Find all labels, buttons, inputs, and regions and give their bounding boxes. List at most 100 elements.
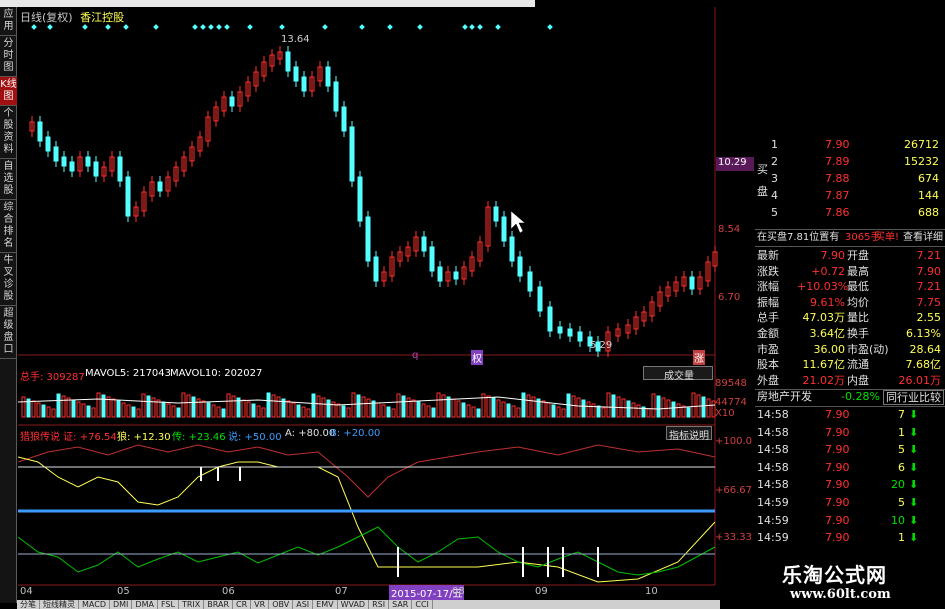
x-axis-label: 05: [117, 586, 130, 597]
notice-detail-link[interactable]: 查看详细: [903, 230, 943, 246]
volume-bar: [66, 397, 71, 418]
volume-bar: [516, 407, 521, 418]
signal-diamond-icon: [82, 24, 88, 30]
volume-bar: [411, 399, 416, 418]
sidebar-tab[interactable]: 应用: [0, 7, 17, 36]
volume-bar: [41, 404, 46, 418]
indicator-tab[interactable]: CCI: [412, 600, 433, 609]
indicator-tab-bar: 分笔 短线精灵 MACD DMI DMA FSL TRIX BRAR CR VR OBV ASI EMV…: [17, 600, 720, 609]
indicator-tab[interactable]: ASI: [293, 600, 314, 609]
tick-row: 14:58 7.90 1 ⬇: [755, 425, 945, 441]
volume-bar: [341, 405, 346, 418]
indicator-tab[interactable]: 短线精灵: [40, 600, 79, 609]
indicator-tab[interactable]: DMI: [110, 600, 133, 609]
sidebar-tab[interactable]: 超级盘口: [0, 306, 17, 359]
volume-bar: [296, 404, 301, 418]
signal-diamond-icon: [192, 24, 198, 30]
event-mark[interactable]: 权: [471, 350, 483, 365]
order-book-row: 1 7.90 26712: [755, 137, 945, 153]
volume-bar: [601, 407, 606, 418]
volume-axis-tick: X10: [715, 408, 735, 419]
watermark-url: www.60lt.com: [790, 587, 891, 602]
indicator-tab[interactable]: 分笔: [17, 600, 40, 609]
quote-stat-row: 最新 7.90 开盘 7.21: [755, 248, 945, 264]
stat-label: 市盈: [757, 342, 779, 356]
watermark-title: 乐淘公式网: [782, 563, 887, 587]
indicator-tab[interactable]: CR: [233, 600, 252, 609]
volume-bar: [251, 403, 256, 418]
stat-value: +0.72: [811, 264, 845, 278]
volume-bar: [301, 406, 306, 418]
indicator-axis-tick: +100.0: [715, 436, 753, 447]
order-volume: 26712: [904, 138, 939, 151]
event-mark[interactable]: 涨: [693, 350, 705, 365]
candle-body: [333, 81, 339, 112]
volume-bar: [111, 398, 116, 418]
stat-label: 市盈(动): [847, 342, 889, 356]
indicator-tab[interactable]: TRIX: [179, 600, 205, 609]
order-volume: 688: [918, 206, 939, 219]
volume-bar: [316, 395, 321, 418]
tick-row: 14:58 7.90 20 ⬇: [755, 477, 945, 493]
sidebar-tab[interactable]: 自选股: [0, 159, 17, 200]
sidebar-tab[interactable]: 综合排名: [0, 200, 17, 253]
sidebar-tab[interactable]: 牛叉诊股: [0, 253, 17, 306]
stat-value: 3.64亿: [809, 327, 846, 340]
indicator-tab[interactable]: EMV: [313, 600, 338, 609]
volume-bar: [256, 405, 261, 418]
stat-value: 7.68亿: [905, 358, 942, 372]
kline-chart-area[interactable]: [18, 7, 718, 600]
sector-row: 房地产开发 -0.28% 同行业比较: [755, 389, 945, 405]
sidebar-tab[interactable]: 个股资料: [0, 106, 17, 159]
tick-volume: 6: [898, 460, 905, 474]
indicator-tab[interactable]: BRAR: [204, 600, 234, 609]
stat-label: 金额: [757, 327, 779, 340]
sidebar-tab[interactable]: 分时图: [0, 36, 17, 77]
volume-bar: [441, 394, 446, 418]
volume-bar: [656, 395, 661, 418]
indicator-tab[interactable]: DMA: [132, 600, 158, 609]
tick-time: 14:59: [757, 513, 789, 527]
tick-price: 7.90: [825, 513, 850, 527]
stat-label: 量比: [847, 311, 869, 325]
volume-bar: [636, 404, 641, 418]
left-sidebar: 应用 分时图 K线图 个股资料 自选股 综合排名 牛叉诊股 超级盘口: [0, 7, 17, 603]
stat-label: 涨幅: [757, 280, 779, 294]
indicator-tab[interactable]: MACD: [79, 600, 110, 609]
indicator-tab[interactable]: RSI: [369, 600, 390, 609]
indicator-tab[interactable]: SAR: [389, 600, 413, 609]
stat-label: 最新: [757, 249, 779, 262]
tick-volume: 5: [898, 443, 905, 457]
volume-dropdown[interactable]: 成交量: [643, 366, 713, 382]
stat-label: 均价: [847, 295, 869, 309]
tick-price: 7.90: [825, 460, 850, 474]
candle-body: [537, 286, 543, 312]
indicator-tab[interactable]: WVAD: [338, 600, 370, 609]
volume-bar: [176, 407, 181, 418]
stat-label: 股本: [757, 358, 779, 372]
volume-bar: [206, 402, 211, 418]
candle-body: [429, 246, 435, 272]
signal-diamond-icon: [322, 24, 328, 30]
volume-bar: [231, 395, 236, 418]
high-price-marker: 13.64: [281, 34, 310, 45]
volume-bar: [431, 407, 436, 418]
indicator-tab[interactable]: VR: [251, 600, 270, 609]
candle-body: [567, 328, 573, 337]
indicator-help-button[interactable]: 指标说明: [666, 426, 712, 442]
signal-diamond-icon: [208, 24, 214, 30]
indicator-value-a: A: +80.00: [285, 428, 336, 439]
indicator-value-lang: 狼: +12.30: [117, 432, 171, 443]
indicator-tab[interactable]: OBV: [269, 600, 294, 609]
volume-bar: [416, 401, 421, 418]
volume-axis-tick: 44774: [715, 397, 747, 408]
stat-value: 47.03万: [802, 311, 846, 325]
stat-label: 振幅: [757, 295, 779, 309]
tick-volume: 7: [898, 408, 905, 421]
event-mark[interactable]: q: [412, 350, 418, 361]
sidebar-tab[interactable]: K线图: [0, 77, 17, 106]
sector-compare-button[interactable]: 同行业比较: [883, 390, 944, 405]
indicator-tab[interactable]: FSL: [158, 600, 179, 609]
signal-diamond-icon: [547, 24, 553, 30]
tick-row: 14:58 7.90 7 ⬇: [755, 407, 945, 423]
